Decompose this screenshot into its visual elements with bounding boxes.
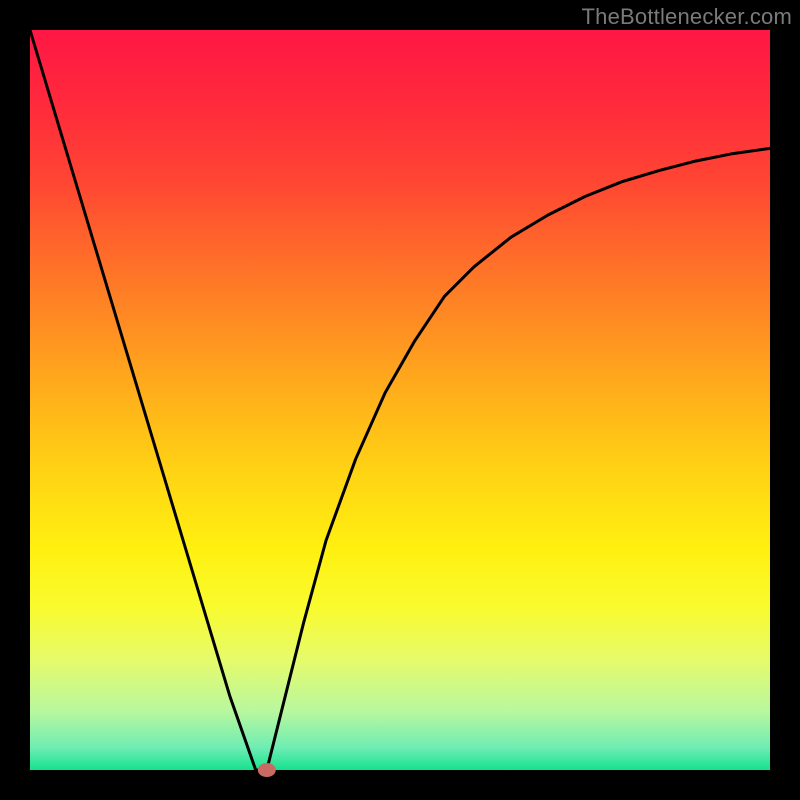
optimum-marker: [258, 763, 276, 777]
chart-frame: TheBottlenecker.com: [0, 0, 800, 800]
bottleneck-chart: [0, 0, 800, 800]
watermark-text: TheBottlenecker.com: [582, 4, 792, 30]
